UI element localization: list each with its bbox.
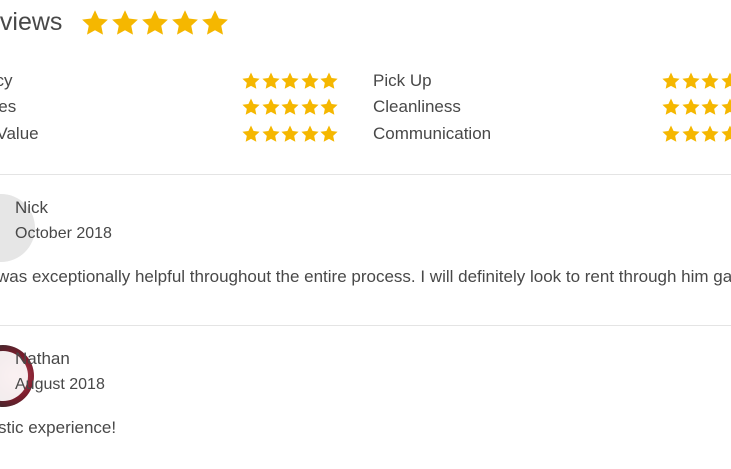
overall-rating-stars <box>80 8 230 38</box>
star-icon <box>320 72 338 89</box>
star-icon <box>701 125 719 142</box>
star-icon <box>281 98 299 115</box>
star-icon <box>662 125 680 142</box>
category-label-amenities: ities <box>0 97 17 116</box>
star-icon <box>242 98 260 115</box>
section-divider <box>0 174 731 175</box>
star-icon <box>261 125 280 142</box>
category-stars-amenities <box>241 97 339 117</box>
review-date-nick: October 2018 <box>15 225 112 242</box>
star-icon <box>281 72 299 89</box>
star-icon <box>172 10 198 35</box>
star-icon <box>281 125 299 142</box>
star-icon <box>681 72 700 89</box>
category-stars-accuracy <box>241 71 339 91</box>
review-text-nick: was exceptionally helpful throughout the… <box>0 267 731 286</box>
category-label-cleanliness: Cleanliness <box>373 97 461 116</box>
star-icon <box>261 72 280 89</box>
star-icon <box>242 72 260 89</box>
star-icon <box>320 98 338 115</box>
review-divider <box>0 325 731 326</box>
category-label-pick-up: Pick Up <box>373 71 432 90</box>
star-icon <box>720 125 731 142</box>
star-icon <box>261 98 280 115</box>
reviews-title: eviews <box>0 8 63 36</box>
star-icon <box>662 72 680 89</box>
reviewer-name-nathan[interactable]: Nathan <box>15 349 70 369</box>
star-icon <box>300 72 319 89</box>
category-stars-communication <box>661 124 731 144</box>
star-icon <box>300 125 319 142</box>
star-icon <box>202 10 228 35</box>
star-icon <box>300 98 319 115</box>
category-label-value: r Value <box>0 124 39 143</box>
category-label-accuracy: ncy <box>0 71 13 90</box>
star-icon <box>320 125 338 142</box>
star-icon <box>242 125 260 142</box>
category-label-communication: Communication <box>373 124 492 143</box>
category-stars-pick-up <box>661 71 731 91</box>
star-icon <box>681 125 700 142</box>
star-icon <box>701 72 719 89</box>
star-icon <box>112 10 138 35</box>
category-stars-cleanliness <box>661 97 731 117</box>
review-text-nathan: stic experience! <box>0 418 117 437</box>
star-icon <box>662 98 680 115</box>
star-icon <box>720 98 731 115</box>
star-icon <box>82 10 108 35</box>
star-icon <box>681 98 700 115</box>
star-icon <box>142 10 168 35</box>
star-icon <box>720 72 731 89</box>
star-icon <box>701 98 719 115</box>
reviewer-name-nick[interactable]: Nick <box>15 198 48 218</box>
review-date-nathan: August 2018 <box>15 376 105 393</box>
category-stars-value <box>241 124 339 144</box>
